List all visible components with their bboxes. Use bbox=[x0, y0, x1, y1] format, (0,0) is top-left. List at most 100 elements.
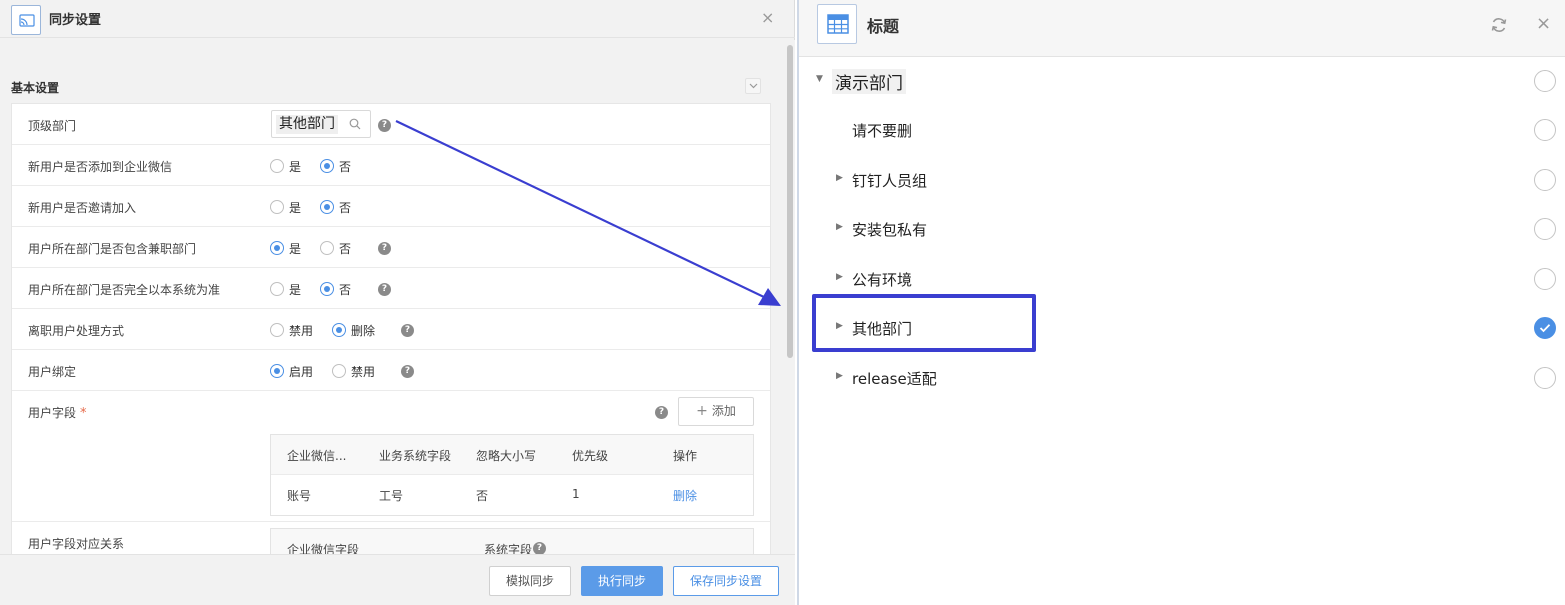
annotation-highlight-box bbox=[812, 294, 1036, 352]
cell-priority: 1 bbox=[572, 487, 580, 501]
picker-title: 标题 bbox=[867, 17, 900, 36]
cell-ignore-case: 否 bbox=[476, 489, 489, 503]
select-radio[interactable] bbox=[1534, 218, 1556, 240]
tree-node-label: release适配 bbox=[852, 370, 937, 388]
tree-node-label: 安装包私有 bbox=[852, 221, 928, 239]
radio-circle bbox=[332, 364, 346, 378]
table-header: 企业微信... 业务系统字段 忽略大小写 优先级 操作 bbox=[271, 435, 753, 475]
radio-circle bbox=[270, 282, 284, 296]
form-row-system-authority: 用户所在部门是否完全以本系统为准 是 否 ? bbox=[12, 268, 770, 309]
column-header: 忽略大小写 bbox=[476, 449, 537, 463]
user-fields-table: 企业微信... 业务系统字段 忽略大小写 优先级 操作 账号 工号 否 1 删除 bbox=[270, 434, 754, 516]
required-asterisk: * bbox=[80, 406, 87, 421]
tree-node[interactable]: ▶ 公有环境 bbox=[799, 261, 1565, 297]
radio-circle bbox=[320, 159, 334, 173]
field-label: 新用户是否添加到企业微信 bbox=[28, 160, 173, 174]
form-row-user-fields: 用户字段 * ? + 添加 企业微信... 业务系统字段 忽略大小写 优先级 操作 … bbox=[12, 391, 770, 522]
form-row-user-binding: 用户绑定 启用 禁用 ? bbox=[12, 350, 770, 391]
radio-label: 启用 bbox=[289, 365, 314, 379]
save-sync-settings-button[interactable]: 保存同步设置 bbox=[673, 566, 779, 596]
form-row-field-mapping: 用户字段对应关系 企业微信字段 系统字段 ? bbox=[12, 522, 770, 555]
radio-label: 是 bbox=[289, 242, 302, 256]
select-radio-checked[interactable] bbox=[1534, 317, 1556, 339]
tree-node-label: 钉钉人员组 bbox=[852, 172, 928, 190]
plus-icon: + bbox=[696, 403, 708, 419]
radio-circle bbox=[270, 364, 284, 378]
select-radio[interactable] bbox=[1534, 70, 1556, 92]
help-icon[interactable]: ? bbox=[401, 324, 414, 337]
column-header: 操作 bbox=[673, 449, 698, 463]
screen: 同步设置 × 基本设置 顶级部门 其他部门 ? 新用户是否添加到企业微信 是 否… bbox=[0, 0, 1565, 605]
department-select[interactable]: 其他部门 bbox=[271, 110, 371, 138]
radio-label: 是 bbox=[289, 283, 302, 297]
caret-down-icon[interactable]: ▼ bbox=[816, 74, 823, 84]
select-radio[interactable] bbox=[1534, 268, 1556, 290]
column-header: 业务系统字段 bbox=[379, 449, 452, 463]
radio-circle bbox=[332, 323, 346, 337]
select-radio[interactable] bbox=[1534, 367, 1556, 389]
cast-icon bbox=[11, 5, 41, 35]
close-icon[interactable]: × bbox=[1536, 13, 1551, 35]
tree-node-label: 公有环境 bbox=[852, 271, 913, 289]
help-icon[interactable]: ? bbox=[378, 242, 391, 255]
radio-circle bbox=[320, 200, 334, 214]
form-row-add-to-wecom: 新用户是否添加到企业微信 是 否 bbox=[12, 145, 770, 186]
field-label: 顶级部门 bbox=[28, 119, 77, 133]
help-icon[interactable]: ? bbox=[401, 365, 414, 378]
header-divider bbox=[0, 37, 795, 38]
field-label-text: 用户字段 bbox=[28, 406, 77, 420]
chevron-down-icon bbox=[749, 83, 758, 89]
tree-node[interactable]: ▶ 安装包私有 bbox=[799, 211, 1565, 247]
close-icon[interactable]: × bbox=[761, 8, 774, 28]
caret-right-icon[interactable]: ▶ bbox=[836, 222, 843, 232]
select-radio[interactable] bbox=[1534, 119, 1556, 141]
tree-node[interactable]: ▶ release适配 bbox=[799, 360, 1565, 396]
scrollbar[interactable] bbox=[785, 40, 795, 554]
tree-node-root[interactable]: ▼ 演示部门 bbox=[799, 62, 1565, 98]
select-radio[interactable] bbox=[1534, 169, 1556, 191]
radio-circle bbox=[270, 159, 284, 173]
column-header: 系统字段 bbox=[484, 543, 533, 555]
field-mapping-table: 企业微信字段 系统字段 ? bbox=[270, 528, 754, 555]
run-sync-button[interactable]: 执行同步 bbox=[581, 566, 663, 596]
dialog-title: 同步设置 bbox=[49, 13, 102, 28]
radio-label: 删除 bbox=[351, 324, 376, 338]
form-row-top-department: 顶级部门 其他部门 ? bbox=[12, 104, 770, 145]
radio-label: 禁用 bbox=[351, 365, 376, 379]
radio-circle bbox=[320, 282, 334, 296]
radio-label: 否 bbox=[339, 160, 352, 174]
form-row-departed-handling: 离职用户处理方式 禁用 删除 ? bbox=[12, 309, 770, 350]
tree-node-label: 请不要删 bbox=[852, 122, 913, 140]
cell-system-field: 工号 bbox=[379, 489, 404, 503]
field-label: 用户字段对应关系 bbox=[28, 537, 125, 551]
help-icon[interactable]: ? bbox=[655, 406, 668, 419]
radio-circle bbox=[270, 200, 284, 214]
dialog-header: 同步设置 × bbox=[0, 0, 795, 37]
field-label: 新用户是否邀请加入 bbox=[28, 201, 137, 215]
help-icon[interactable]: ? bbox=[378, 119, 391, 132]
tree-node[interactable]: ▶ 钉钉人员组 bbox=[799, 162, 1565, 198]
simulate-sync-button[interactable]: 模拟同步 bbox=[489, 566, 571, 596]
refresh-icon[interactable] bbox=[1490, 16, 1508, 34]
column-header: 优先级 bbox=[572, 449, 609, 463]
radio-label: 否 bbox=[339, 242, 352, 256]
caret-right-icon[interactable]: ▶ bbox=[836, 371, 843, 381]
delete-link[interactable]: 删除 bbox=[673, 487, 697, 504]
caret-right-icon[interactable]: ▶ bbox=[836, 272, 843, 282]
column-header: 企业微信... bbox=[287, 449, 347, 463]
add-field-button[interactable]: + 添加 bbox=[678, 397, 754, 426]
radio-label: 否 bbox=[339, 201, 352, 215]
settings-form: 顶级部门 其他部门 ? 新用户是否添加到企业微信 是 否 新用户是否邀请加入 是… bbox=[11, 103, 771, 555]
radio-circle bbox=[320, 241, 334, 255]
radio-label: 否 bbox=[339, 283, 352, 297]
scrollbar-thumb[interactable] bbox=[787, 45, 793, 358]
help-icon[interactable]: ? bbox=[378, 283, 391, 296]
radio-label: 是 bbox=[289, 160, 302, 174]
radio-circle bbox=[270, 241, 284, 255]
tree-node[interactable]: 请不要删 bbox=[799, 112, 1565, 148]
collapse-section-button[interactable] bbox=[745, 78, 761, 94]
radio-label: 是 bbox=[289, 201, 302, 215]
cell-wecom-field: 账号 bbox=[287, 489, 312, 503]
caret-right-icon[interactable]: ▶ bbox=[836, 173, 843, 183]
selected-department-tag: 其他部门 bbox=[276, 115, 338, 134]
